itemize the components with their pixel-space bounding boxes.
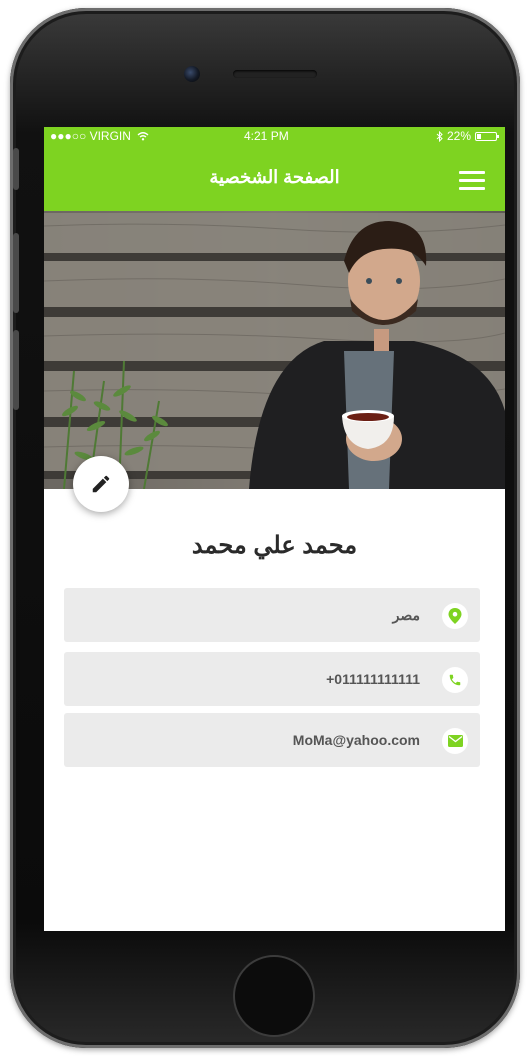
location-row: مصر <box>64 588 480 642</box>
carrier-text: ●●●○○ VIRGIN <box>50 129 131 143</box>
battery-percent: 22% <box>446 129 471 143</box>
edit-profile-button[interactable] <box>73 456 129 512</box>
email-icon-wrap <box>442 728 468 754</box>
status-bar: ●●●○○ VIRGIN 4:21 PM 22% <box>44 127 505 145</box>
mute-switch <box>13 148 19 190</box>
location-icon-wrap <box>442 603 468 629</box>
phone-icon-wrap <box>442 667 468 693</box>
volume-down-button <box>13 330 19 410</box>
map-pin-icon <box>448 608 462 624</box>
status-right: 22% <box>436 127 499 145</box>
email-value: MoMa@yahoo.com <box>292 732 420 748</box>
status-time: 4:21 PM <box>244 129 289 143</box>
profile-name: محمد علي محمد <box>191 532 358 559</box>
home-button[interactable] <box>233 955 315 1037</box>
front-camera <box>184 66 200 82</box>
phone-row: +011111111111 <box>64 652 480 706</box>
phone-value: +011111111111 <box>326 671 420 687</box>
cover-photo-illustration <box>44 211 505 489</box>
page-title: الصفحة الشخصية <box>209 167 340 187</box>
app-screen: ●●●○○ VIRGIN 4:21 PM 22% الصفحة الشخصية <box>44 127 505 931</box>
email-row: MoMa@yahoo.com <box>64 713 480 767</box>
battery-icon <box>475 131 499 141</box>
wifi-icon <box>137 132 149 141</box>
location-value: مصر <box>392 607 420 623</box>
menu-icon[interactable] <box>459 171 485 191</box>
phone-icon <box>449 674 461 686</box>
volume-up-button <box>13 233 19 313</box>
nav-bar: الصفحة الشخصية <box>44 145 505 211</box>
bluetooth-icon <box>436 130 443 142</box>
profile-cover-photo <box>44 211 505 489</box>
earpiece-speaker <box>233 70 317 78</box>
envelope-icon <box>447 735 463 747</box>
pencil-icon <box>92 475 110 493</box>
status-carrier: ●●●○○ VIRGIN <box>50 127 149 145</box>
